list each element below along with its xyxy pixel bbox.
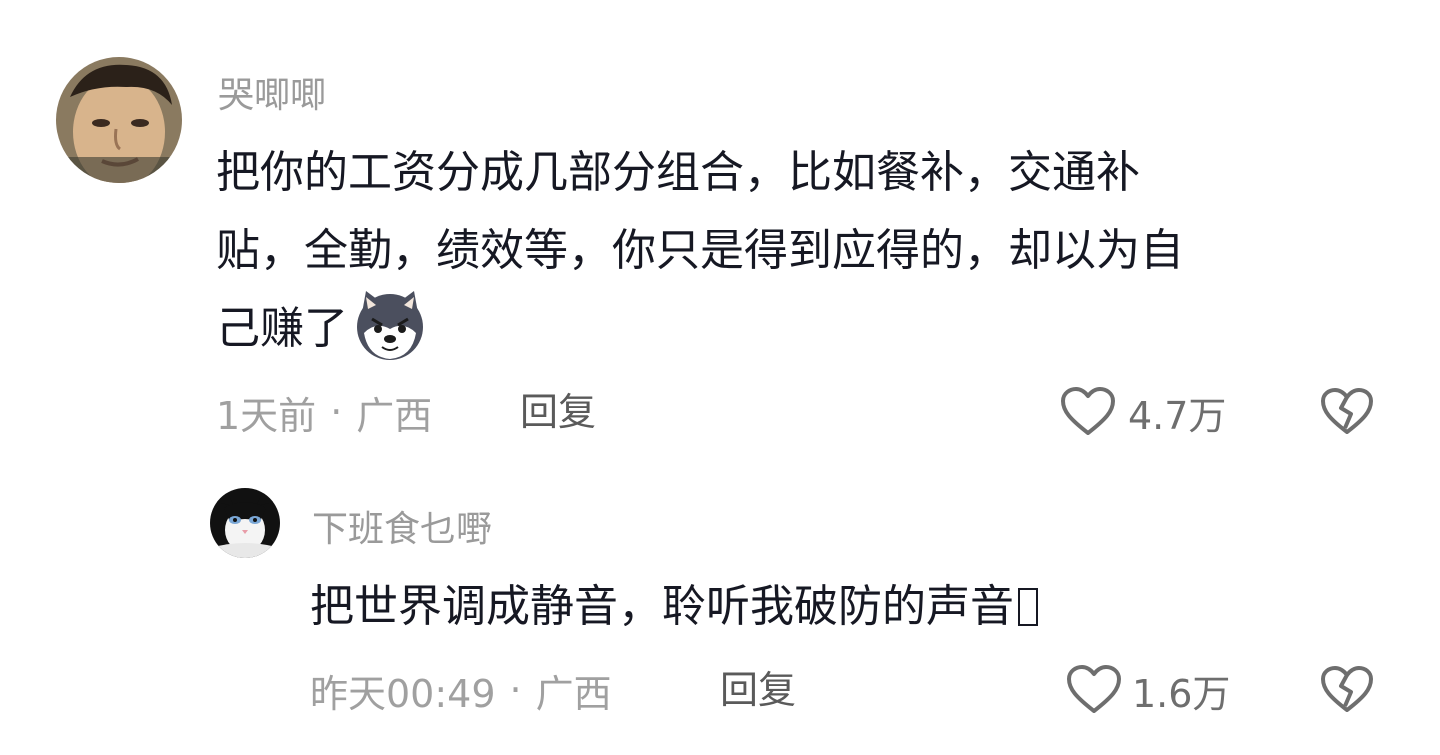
meta-separator: · <box>330 390 343 434</box>
comment-meta: 1天前 · 广西 <box>216 386 432 438</box>
like-button[interactable]: 1.6万 <box>1066 664 1230 716</box>
heart-outline-icon <box>1060 387 1116 437</box>
like-button[interactable]: 4.7万 <box>1060 386 1226 438</box>
husky-dog-emoji <box>354 289 426 361</box>
reply-button[interactable]: 回复 <box>520 386 596 438</box>
comment-text: 把世界调成静音，聆听我破防的声音 <box>310 568 1038 646</box>
comment-time: 1天前 <box>216 393 317 438</box>
broken-heart-icon[interactable] <box>1320 388 1374 440</box>
comment-text-line: 贴，全勤，绩效等，你只是得到应得的，却以为自 <box>216 225 1184 276</box>
comment-location: 广西 <box>356 393 433 438</box>
avatar[interactable] <box>56 57 182 183</box>
unrenderable-emoji-box <box>1018 588 1038 626</box>
like-count: 1.6万 <box>1132 671 1231 716</box>
black-white-cat-avatar <box>210 488 280 558</box>
comment-meta: 昨天00:49 · 广西 <box>310 664 612 716</box>
heart-outline-icon <box>1066 665 1122 715</box>
comment-location: 广西 <box>535 671 612 716</box>
reply-button[interactable]: 回复 <box>720 664 796 716</box>
comment-time: 昨天00:49 <box>310 671 496 716</box>
comment-text-line: 把世界调成静音，聆听我破防的声音 <box>310 581 1014 632</box>
comment-text: 把你的工资分成几部分组合，比如餐补，交通补 贴，全勤，绩效等，你只是得到应得的，… <box>216 134 1184 368</box>
man-face-avatar <box>56 57 182 183</box>
like-count: 4.7万 <box>1128 393 1227 438</box>
meta-separator: · <box>509 668 522 712</box>
avatar[interactable] <box>210 488 280 558</box>
username[interactable]: 哭唧唧 <box>218 66 326 118</box>
broken-heart-icon[interactable] <box>1320 666 1374 718</box>
comment-text-line: 把你的工资分成几部分组合，比如餐补，交通补 <box>216 147 1140 198</box>
comment-text-line: 己赚了 <box>216 290 1184 368</box>
username[interactable]: 下班食乜嘢 <box>312 500 492 552</box>
